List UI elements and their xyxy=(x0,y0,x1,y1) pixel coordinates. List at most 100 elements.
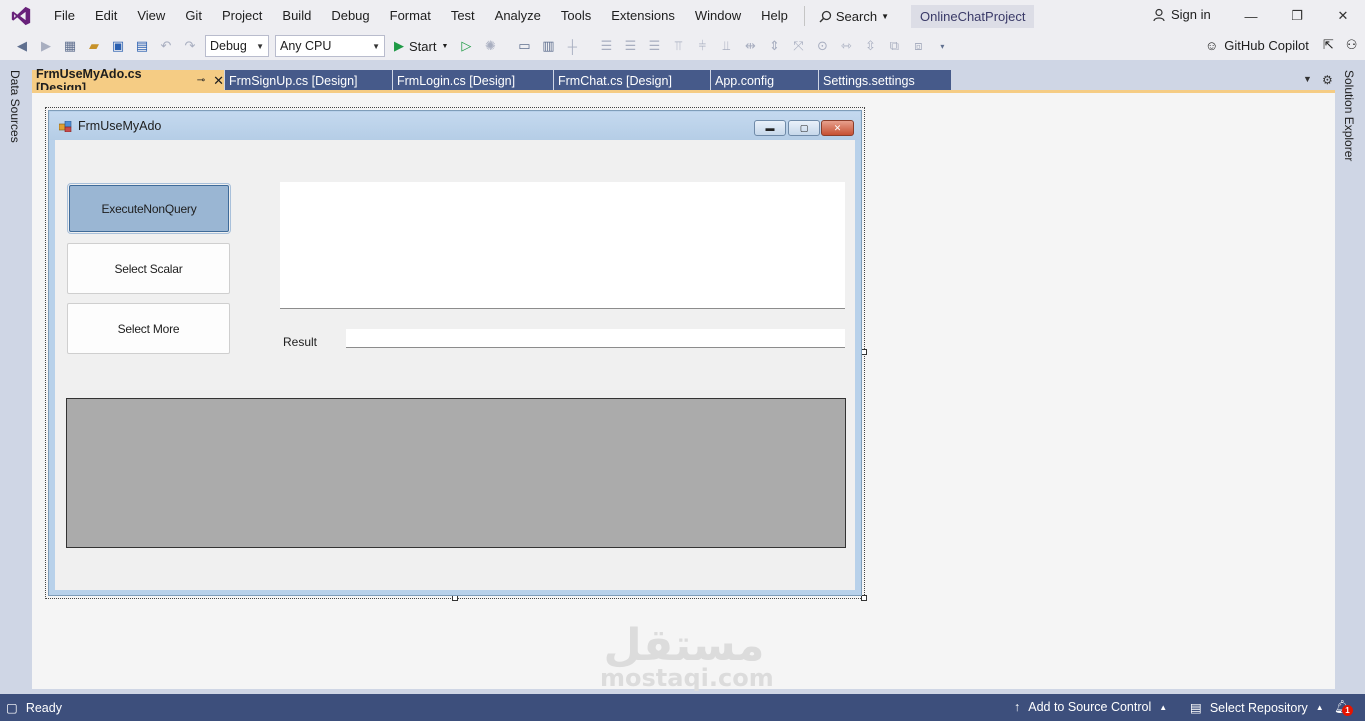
menu-edit[interactable]: Edit xyxy=(85,0,127,32)
menu-analyze[interactable]: Analyze xyxy=(485,0,551,32)
form-maximize-button[interactable]: ▢ xyxy=(788,120,820,136)
close-icon[interactable]: ✕ xyxy=(1333,6,1353,26)
notifications-button[interactable]: 🔔︎ 1 xyxy=(1334,699,1353,716)
repository-icon: ▤ xyxy=(1190,701,1202,715)
horizontal-spacing-icon[interactable]: ⇿ xyxy=(838,38,854,54)
tab-frmchat-design[interactable]: FrmChat.cs [Design] xyxy=(554,70,711,91)
layout-icon[interactable]: ▥ xyxy=(540,38,556,54)
save-all-icon[interactable]: ▤ xyxy=(134,38,150,54)
menu-format[interactable]: Format xyxy=(380,0,441,32)
toolbar-divider xyxy=(0,60,1365,68)
menu-extensions[interactable]: Extensions xyxy=(601,0,685,32)
feedback-icon[interactable]: ⚇ xyxy=(1346,37,1358,53)
form-close-button[interactable]: ✕ xyxy=(821,120,854,136)
menu-build[interactable]: Build xyxy=(272,0,321,32)
solution-configuration-select[interactable]: Debug ▼ xyxy=(205,35,269,57)
copilot-label: GitHub Copilot xyxy=(1224,37,1309,53)
tab-frmusemyado-design[interactable]: FrmUseMyAdo.cs [Design] ⊸ ✕ xyxy=(32,67,225,95)
tab-app-config[interactable]: App.config xyxy=(711,70,819,91)
right-tool-rail xyxy=(1335,68,1365,694)
open-folder-icon[interactable]: ▰ xyxy=(86,38,102,54)
output-window-icon[interactable]: ▢ xyxy=(6,700,18,715)
align-lefts-icon[interactable]: ☰ xyxy=(598,38,614,54)
document-tab-strip: FrmUseMyAdo.cs [Design] ⊸ ✕ FrmSignUp.cs… xyxy=(32,67,1335,95)
chevron-down-icon: ▼ xyxy=(256,41,264,51)
menu-debug[interactable]: Debug xyxy=(321,0,379,32)
menu-git[interactable]: Git xyxy=(175,0,212,32)
toolbar-overflow-icon[interactable]: ▾ xyxy=(934,38,950,54)
align-rights-icon[interactable]: ☰ xyxy=(646,38,662,54)
align-centers-icon[interactable]: ☰ xyxy=(622,38,638,54)
source-control-label: Add to Source Control xyxy=(1028,700,1152,714)
align-bottoms-icon[interactable]: ⫫ xyxy=(718,38,734,54)
tab-settings-settings[interactable]: Settings.settings xyxy=(819,70,952,91)
ready-label: Ready xyxy=(25,700,62,715)
search-button[interactable]: Search ▼ xyxy=(811,9,897,24)
new-project-icon[interactable]: ▦ xyxy=(62,38,78,54)
tab-label: FrmChat.cs [Design] xyxy=(558,73,672,88)
menu-tools[interactable]: Tools xyxy=(551,0,601,32)
pin-icon[interactable]: ⊸ xyxy=(197,75,205,86)
tab-frmsignup-design[interactable]: FrmSignUp.cs [Design] xyxy=(225,70,393,91)
copilot-icon: ☺ xyxy=(1205,37,1219,53)
make-same-width-icon[interactable]: ⇹ xyxy=(742,38,758,54)
add-to-source-control-button[interactable]: ↑ Add to Source Control ▲ xyxy=(1014,700,1167,714)
form-title-bar[interactable]: FrmUseMyAdo xyxy=(50,112,860,140)
data-sources-tab[interactable]: Data Sources xyxy=(8,70,22,143)
start-without-debugging-icon[interactable]: ▷ xyxy=(458,38,474,54)
hot-reload-icon[interactable]: ✺ xyxy=(482,38,498,54)
search-label: Search xyxy=(835,8,878,24)
github-copilot-button[interactable]: ☺ GitHub Copilot ⇱ ⚇ xyxy=(1205,37,1357,53)
title-menu-bar: File Edit View Git Project Build Debug F… xyxy=(0,0,1365,32)
share-icon[interactable]: ⇱ xyxy=(1323,37,1334,53)
menu-project[interactable]: Project xyxy=(212,0,272,32)
align-tops-icon[interactable]: ⫪ xyxy=(670,38,686,54)
tab-label: Settings.settings xyxy=(823,73,915,88)
menu-help[interactable]: Help xyxy=(751,0,798,32)
form-app-icon xyxy=(59,120,72,132)
restore-icon[interactable]: ❐ xyxy=(1287,6,1307,26)
align-to-grid-icon[interactable]: ┼ xyxy=(564,38,580,54)
send-to-back-icon[interactable]: ⧈ xyxy=(910,38,926,54)
align-middles-icon[interactable]: ⫩ xyxy=(694,38,710,54)
sign-in-button[interactable]: Sign in xyxy=(1152,7,1211,22)
form-client-area: ExecuteNonQuery Select Scalar Select Mor… xyxy=(55,140,855,590)
menu-test[interactable]: Test xyxy=(441,0,485,32)
menu-file[interactable]: File xyxy=(44,0,85,32)
solution-explorer-tab[interactable]: Solution Explorer xyxy=(1342,70,1356,161)
data-grid-view[interactable] xyxy=(66,398,846,548)
form-minimize-button[interactable]: ▬ xyxy=(754,120,786,136)
winform-window[interactable]: FrmUseMyAdo ▬ ▢ ✕ ExecuteNonQuery Select… xyxy=(48,110,862,596)
gear-icon[interactable]: ⚙ xyxy=(1322,73,1333,87)
start-debugging-button[interactable]: ▶ Start ▼ xyxy=(394,38,448,54)
bring-to-front-icon[interactable]: ⧉ xyxy=(886,38,902,54)
save-icon[interactable]: ▣ xyxy=(110,38,126,54)
zoom-icon[interactable]: ⊙ xyxy=(814,38,830,54)
caret-up-icon: ▲ xyxy=(1159,702,1168,712)
back-icon[interactable]: ◀ xyxy=(14,38,30,54)
make-same-height-icon[interactable]: ⇕ xyxy=(766,38,782,54)
tab-label: FrmLogin.cs [Design] xyxy=(397,73,516,88)
forward-icon[interactable]: ▶ xyxy=(38,38,54,54)
execute-nonquery-button[interactable]: ExecuteNonQuery xyxy=(67,183,231,234)
vertical-spacing-icon[interactable]: ⇳ xyxy=(862,38,878,54)
redo-icon[interactable]: ↷ xyxy=(182,38,198,54)
browse-folder-icon[interactable]: ▭ xyxy=(516,38,532,54)
visual-studio-logo-icon[interactable] xyxy=(10,5,32,27)
person-add-icon xyxy=(1153,8,1165,21)
size-to-grid-icon[interactable]: ⤧ xyxy=(790,38,806,54)
tab-list-dropdown-icon[interactable]: ▼ xyxy=(1303,74,1312,84)
menu-view[interactable]: View xyxy=(127,0,175,32)
minimize-icon[interactable]: — xyxy=(1241,6,1261,26)
menu-window[interactable]: Window xyxy=(685,0,751,32)
select-repository-button[interactable]: ▤ Select Repository ▲ xyxy=(1190,700,1324,716)
minimize-icon: ▬ xyxy=(765,123,775,133)
multiline-textbox[interactable] xyxy=(280,182,845,309)
undo-icon[interactable]: ↶ xyxy=(158,38,174,54)
select-more-button[interactable]: Select More xyxy=(67,303,230,354)
solution-platform-select[interactable]: Any CPU ▼ xyxy=(275,35,385,57)
result-textbox[interactable] xyxy=(346,329,845,348)
select-scalar-button[interactable]: Select Scalar xyxy=(67,243,230,294)
close-icon[interactable]: ✕ xyxy=(213,73,224,89)
tab-frmlogin-design[interactable]: FrmLogin.cs [Design] xyxy=(393,70,554,91)
